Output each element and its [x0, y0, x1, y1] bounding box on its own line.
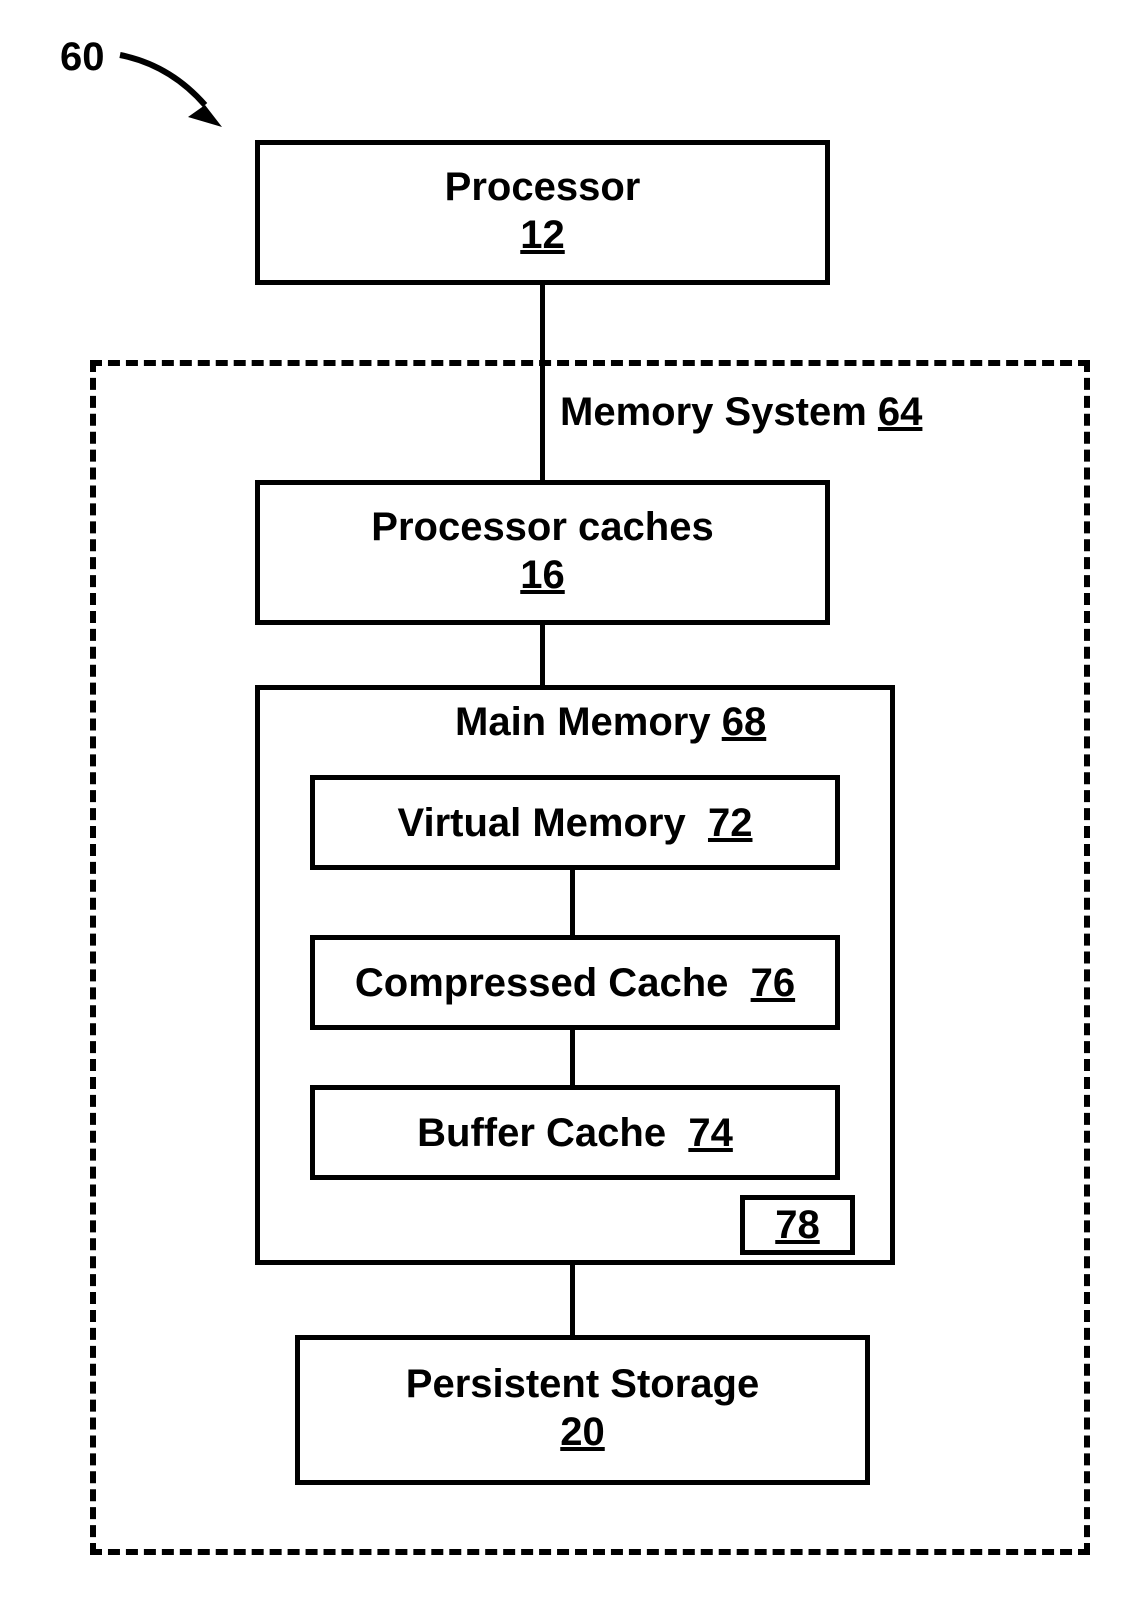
- virtual-memory-block: Virtual Memory 72: [310, 775, 840, 870]
- persistent-storage-label: Persistent Storage 20: [300, 1360, 865, 1456]
- buffer-cache-block: Buffer Cache 74: [310, 1085, 840, 1180]
- connector-line: [570, 870, 575, 935]
- buffer-cache-label: Buffer Cache 74: [417, 1109, 733, 1157]
- figure-reference-number: 60: [60, 35, 105, 80]
- diagram-canvas: 60 Processor 12 Memory System 64 Process…: [0, 0, 1143, 1600]
- block-78-label: 78: [775, 1201, 820, 1249]
- processor-caches-label: Processor caches 16: [260, 503, 825, 599]
- compressed-cache-block: Compressed Cache 76: [310, 935, 840, 1030]
- virtual-memory-label: Virtual Memory 72: [398, 799, 753, 847]
- main-memory-label: Main Memory 68: [455, 700, 766, 745]
- memory-system-label: Memory System 64: [560, 390, 922, 435]
- connector-line: [540, 625, 545, 685]
- connector-line: [570, 1030, 575, 1085]
- processor-caches-block: Processor caches 16: [255, 480, 830, 625]
- processor-label: Processor 12: [260, 163, 825, 259]
- connector-line: [570, 1265, 575, 1340]
- small-block-78: 78: [740, 1195, 855, 1255]
- arrow-icon: [110, 45, 230, 135]
- compressed-cache-label: Compressed Cache 76: [355, 959, 795, 1007]
- processor-block: Processor 12: [255, 140, 830, 285]
- persistent-storage-block: Persistent Storage 20: [295, 1335, 870, 1485]
